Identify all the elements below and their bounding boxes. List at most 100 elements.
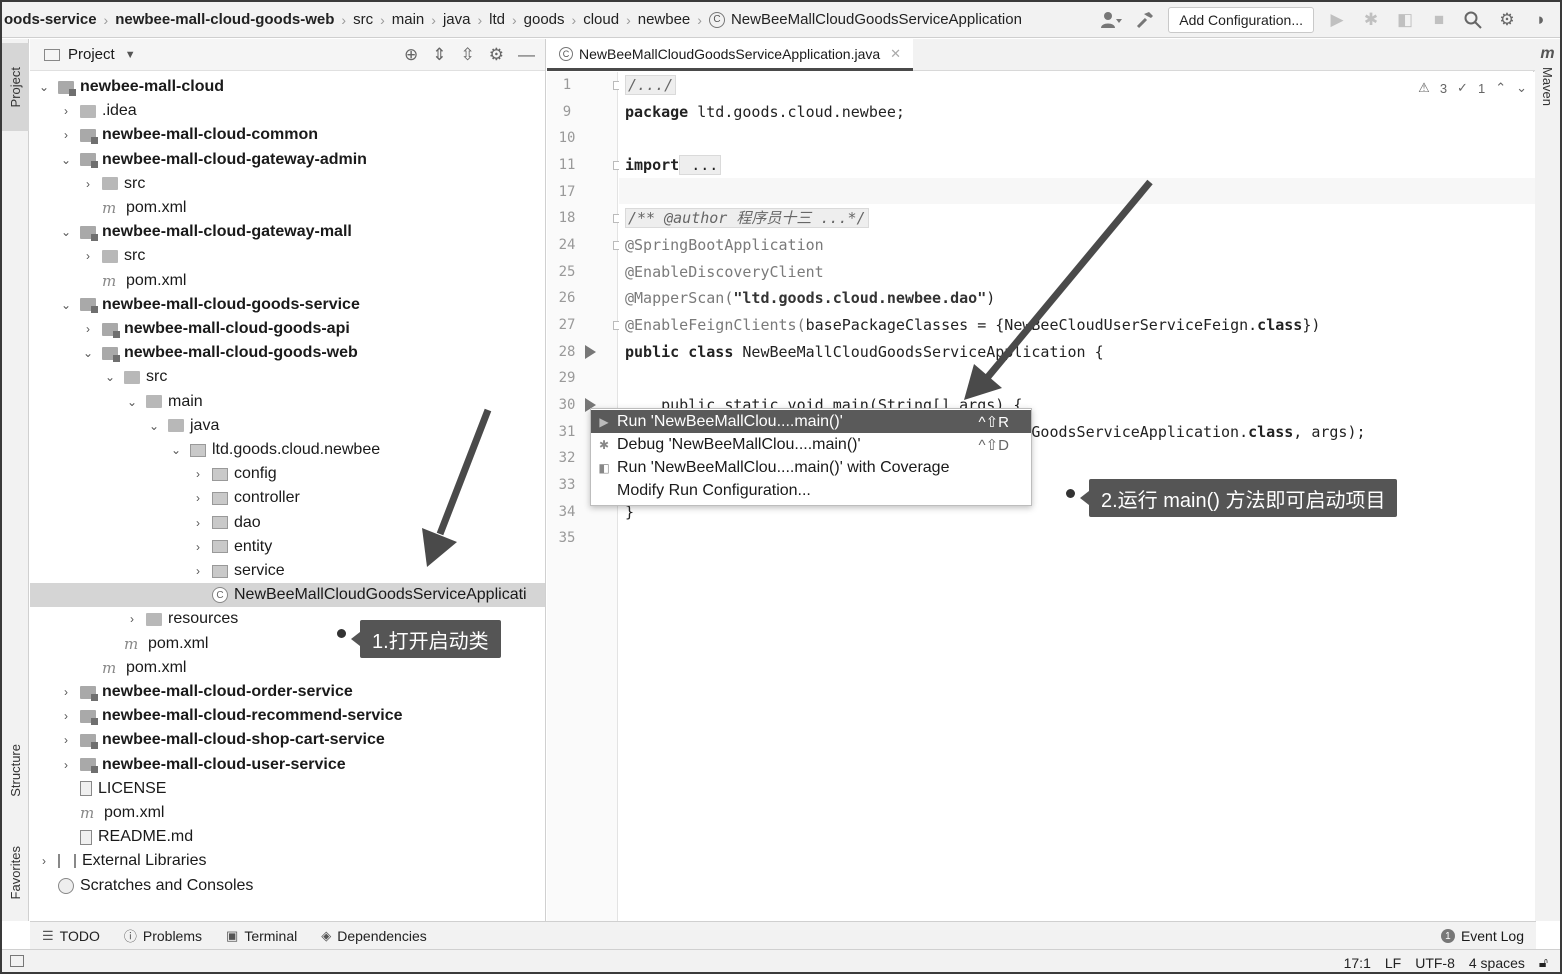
chevron-right-icon[interactable]: › bbox=[58, 709, 74, 723]
menu-item-run-coverage[interactable]: ◧ Run 'NewBeeMallClou....main()' with Co… bbox=[591, 456, 1031, 479]
menu-item-modify-run-config[interactable]: Modify Run Configuration... bbox=[591, 479, 1031, 502]
tree-row[interactable]: ⌄ newbee-mall-cloud-gateway-admin bbox=[30, 148, 545, 172]
chevron-down-icon[interactable]: ⌄ bbox=[168, 443, 184, 457]
tree-row[interactable]: › newbee-mall-cloud-recommend-service bbox=[30, 704, 545, 728]
inspection-widget[interactable]: ⚠ 3 ✓ 1 ⌃ ⌄ bbox=[1418, 80, 1527, 96]
terminal-tab[interactable]: ▣ Terminal bbox=[226, 928, 297, 944]
chevron-up-icon[interactable]: ⌃ bbox=[1495, 80, 1506, 96]
tree-row[interactable]: ⌄ newbee-mall-cloud-goods-service bbox=[30, 293, 545, 317]
tree-row[interactable]: ⌄ newbee-mall-cloud bbox=[30, 75, 545, 99]
breadcrumb-item[interactable]: main bbox=[392, 11, 425, 28]
tree-row[interactable]: m pom.xml bbox=[30, 196, 545, 220]
file-encoding[interactable]: UTF-8 bbox=[1415, 955, 1455, 971]
problems-tab[interactable]: ⓘ Problems bbox=[124, 926, 202, 945]
tree-row[interactable]: › src bbox=[30, 244, 545, 268]
breadcrumb-item-class[interactable]: C NewBeeMallCloudGoodsServiceApplication bbox=[708, 11, 1022, 28]
lock-icon[interactable]: 🔓︎ bbox=[1539, 954, 1548, 971]
tree-row[interactable]: LICENSE bbox=[30, 777, 545, 801]
todo-tab[interactable]: ☰ TODO bbox=[42, 928, 100, 944]
breadcrumb-item[interactable]: goods bbox=[524, 11, 565, 28]
chevron-down-icon[interactable]: ⌄ bbox=[80, 346, 96, 360]
chevron-right-icon[interactable]: › bbox=[58, 685, 74, 699]
chevron-down-icon[interactable]: ⌄ bbox=[58, 298, 74, 312]
project-tool-tab[interactable]: Project bbox=[2, 43, 29, 131]
run-icon[interactable]: ▶ bbox=[1326, 9, 1348, 31]
tree-row[interactable]: ⌄ ltd.goods.cloud.newbee bbox=[30, 438, 545, 462]
tree-row[interactable]: m pom.xml bbox=[30, 269, 545, 293]
expand-all-icon[interactable]: ⇕ bbox=[432, 45, 446, 65]
menu-item-run[interactable]: ▶ Run 'NewBeeMallClou....main()' ^⇧R bbox=[591, 410, 1031, 433]
tree-row[interactable]: › entity bbox=[30, 535, 545, 559]
gear-icon[interactable]: ⚙ bbox=[1496, 9, 1518, 31]
chevron-right-icon[interactable]: › bbox=[190, 491, 206, 505]
chevron-right-icon[interactable]: › bbox=[80, 249, 96, 263]
structure-tool-tab[interactable]: Structure bbox=[2, 725, 29, 815]
run-gutter-icon[interactable] bbox=[585, 345, 596, 359]
favorites-tool-tab[interactable]: Favorites bbox=[2, 829, 29, 917]
coverage-icon[interactable]: ◧ bbox=[1394, 9, 1416, 31]
chevron-right-icon[interactable]: › bbox=[80, 177, 96, 191]
add-configuration-button[interactable]: Add Configuration... bbox=[1168, 7, 1314, 33]
tree-row[interactable]: ⌄ main bbox=[30, 390, 545, 414]
chevron-right-icon[interactable]: › bbox=[58, 733, 74, 747]
chevron-right-icon[interactable]: › bbox=[190, 516, 206, 530]
folded-header[interactable]: /.../ bbox=[625, 75, 677, 95]
folded-doc-comment[interactable]: /** @author 程序员十三 ...*/ bbox=[625, 208, 869, 228]
tree-row[interactable]: Scratches and Consoles bbox=[30, 874, 545, 898]
search-icon[interactable] bbox=[1462, 9, 1484, 31]
breadcrumb-item[interactable]: newbee bbox=[638, 11, 691, 28]
plugin-icon[interactable]: ◗ bbox=[1530, 9, 1552, 31]
chevron-down-icon[interactable]: ⌄ bbox=[146, 419, 162, 433]
breadcrumb-item[interactable]: cloud bbox=[583, 11, 619, 28]
tree-row[interactable]: › config bbox=[30, 462, 545, 486]
tree-row[interactable]: › newbee-mall-cloud-order-service bbox=[30, 680, 545, 704]
collapse-all-icon[interactable]: ⇳ bbox=[461, 45, 475, 65]
chevron-down-icon[interactable]: ⌄ bbox=[58, 153, 74, 167]
tree-row[interactable]: › newbee-mall-cloud-common bbox=[30, 123, 545, 147]
breadcrumb-item[interactable]: oods-service bbox=[4, 11, 97, 28]
project-view-selector[interactable]: Project bbox=[68, 46, 115, 63]
user-icon[interactable] bbox=[1100, 9, 1123, 31]
breadcrumb-item[interactable]: newbee-mall-cloud-goods-web bbox=[115, 11, 334, 28]
gear-icon[interactable]: ⚙ bbox=[489, 45, 504, 65]
chevron-right-icon[interactable]: › bbox=[190, 540, 206, 554]
tree-row[interactable]: › service bbox=[30, 559, 545, 583]
chevron-right-icon[interactable]: › bbox=[58, 104, 74, 118]
chevron-down-icon[interactable]: ⌄ bbox=[58, 225, 74, 239]
chevron-right-icon[interactable]: › bbox=[80, 322, 96, 336]
chevron-right-icon[interactable]: › bbox=[58, 758, 74, 772]
chevron-down-icon[interactable]: ⌄ bbox=[102, 370, 118, 384]
tree-row[interactable]: ⌄ newbee-mall-cloud-gateway-mall bbox=[30, 220, 545, 244]
tool-windows-toggle-icon[interactable] bbox=[10, 955, 24, 967]
tree-row[interactable]: README.md bbox=[30, 825, 545, 849]
stop-icon[interactable]: ■ bbox=[1428, 9, 1450, 31]
chevron-right-icon[interactable]: › bbox=[58, 128, 74, 142]
hide-icon[interactable]: — bbox=[518, 45, 535, 65]
chevron-down-icon[interactable]: ⌄ bbox=[36, 80, 52, 94]
chevron-right-icon[interactable]: › bbox=[124, 612, 140, 626]
chevron-right-icon[interactable]: › bbox=[190, 564, 206, 578]
build-hammer-icon[interactable] bbox=[1134, 9, 1156, 31]
close-icon[interactable]: ✕ bbox=[890, 46, 901, 62]
tree-row[interactable]: › dao bbox=[30, 511, 545, 535]
editor-tab[interactable]: C NewBeeMallCloudGoodsServiceApplication… bbox=[547, 39, 914, 71]
tree-row[interactable]: m pom.xml bbox=[30, 656, 545, 680]
tree-row[interactable]: ⌄ newbee-mall-cloud-goods-web bbox=[30, 341, 545, 365]
menu-item-debug[interactable]: ✱ Debug 'NewBeeMallClou....main()' ^⇧D bbox=[591, 433, 1031, 456]
breadcrumb-item[interactable]: ltd bbox=[489, 11, 505, 28]
tree-row[interactable]: › newbee-mall-cloud-shop-cart-service bbox=[30, 728, 545, 752]
event-log-tab[interactable]: 1 Event Log bbox=[1440, 922, 1524, 950]
chevron-down-icon[interactable]: ⌄ bbox=[1516, 80, 1527, 96]
folded-imports[interactable]: ... bbox=[679, 155, 722, 175]
tree-row[interactable]: ⌄ java bbox=[30, 414, 545, 438]
tree-row[interactable]: › External Libraries bbox=[30, 849, 545, 873]
breadcrumb-item[interactable]: java bbox=[443, 11, 471, 28]
breadcrumb-item[interactable]: src bbox=[353, 11, 373, 28]
tree-row[interactable]: › newbee-mall-cloud-goods-api bbox=[30, 317, 545, 341]
caret-position[interactable]: 17:1 bbox=[1344, 955, 1371, 971]
chevron-down-icon[interactable]: ⌄ bbox=[124, 395, 140, 409]
maven-tool-tab[interactable]: m Maven bbox=[1534, 45, 1560, 106]
chevron-right-icon[interactable]: › bbox=[190, 467, 206, 481]
dependencies-tab[interactable]: ◈ Dependencies bbox=[321, 928, 427, 944]
tree-row[interactable]: › .idea bbox=[30, 99, 545, 123]
